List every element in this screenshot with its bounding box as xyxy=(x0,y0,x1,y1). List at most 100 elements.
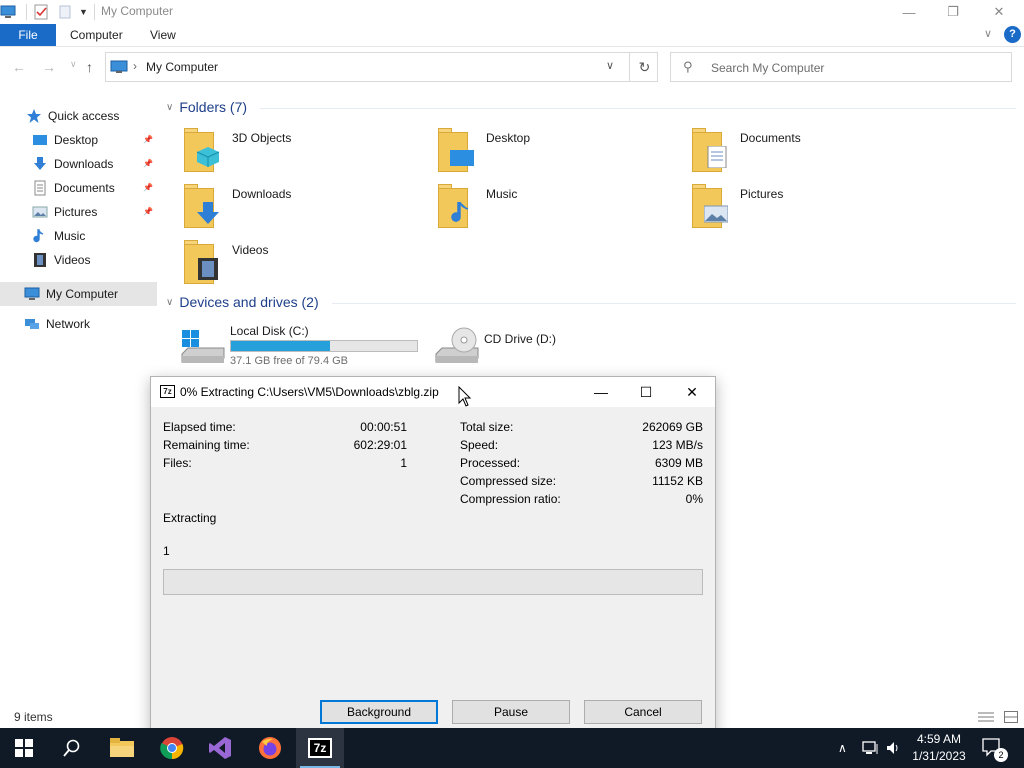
folder-item-documents[interactable]: Documents xyxy=(684,128,934,178)
start-button[interactable] xyxy=(0,728,48,768)
address-dropdown-icon[interactable]: ∨ xyxy=(606,59,614,72)
address-text[interactable]: My Computer xyxy=(146,60,218,74)
drive-item-local-disk[interactable]: Local Disk (C:) 37.1 GB free of 79.4 GB xyxy=(180,322,440,372)
tab-computer[interactable]: Computer xyxy=(70,24,123,46)
taskbar-7zip[interactable]: 7z xyxy=(296,728,344,768)
folder-item-desktop[interactable]: Desktop xyxy=(430,128,680,178)
sidebar-item-quick-access[interactable]: Quick access xyxy=(0,104,157,128)
sidebar-item-my-computer[interactable]: My Computer xyxy=(0,282,157,306)
dialog-title: 0% Extracting C:\Users\VM5\Downloads\zbl… xyxy=(180,385,439,399)
dialog-minimize-button[interactable]: — xyxy=(578,377,624,407)
drive-name: CD Drive (D:) xyxy=(484,332,556,346)
sidebar-item-label: My Computer xyxy=(46,287,119,301)
visual-studio-icon xyxy=(209,737,231,759)
folder-item-downloads[interactable]: Downloads xyxy=(176,184,426,234)
folder-name: 3D Objects xyxy=(232,131,292,145)
pin-icon[interactable]: 📌 xyxy=(143,135,153,144)
compression-ratio-label: Compression ratio: xyxy=(460,492,561,506)
recent-locations-dropdown[interactable]: ∨ xyxy=(70,59,77,70)
pin-icon[interactable]: 📌 xyxy=(143,183,153,192)
quick-access-toolbar: ▼ xyxy=(0,3,101,21)
refresh-button[interactable]: ↻ xyxy=(629,53,659,81)
taskbar: 7z ∧ 4:59 AM 1/31/2023 2 xyxy=(0,728,1024,768)
sidebar-item-desktop[interactable]: Desktop 📌 xyxy=(0,128,157,152)
drives-group-header[interactable]: ∨ Devices and drives (2) xyxy=(166,292,319,312)
pin-icon[interactable]: 📌 xyxy=(143,159,153,168)
search-button[interactable] xyxy=(48,728,96,768)
cancel-button[interactable]: Cancel xyxy=(584,700,702,724)
drive-item-cd-drive[interactable]: CD Drive (D:) xyxy=(434,322,694,372)
folder-name: Documents xyxy=(740,131,801,145)
taskbar-chrome[interactable] xyxy=(148,728,196,768)
search-placeholder[interactable]: Search My Computer xyxy=(711,61,824,75)
elapsed-time-label: Elapsed time: xyxy=(163,420,236,434)
sidebar-item-documents[interactable]: Documents 📌 xyxy=(0,176,157,200)
local-disk-icon xyxy=(180,326,226,366)
properties-icon[interactable] xyxy=(33,4,49,20)
folders-group-header[interactable]: ∨ Folders (7) xyxy=(166,97,247,117)
remaining-time-label: Remaining time: xyxy=(163,438,250,452)
search-icon: ⚲ xyxy=(683,59,693,74)
dialog-titlebar[interactable]: 7z 0% Extracting C:\Users\VM5\Downloads\… xyxy=(151,377,715,407)
folder-name: Desktop xyxy=(486,131,531,145)
dialog-maximize-button[interactable]: ☐ xyxy=(623,377,669,407)
back-button[interactable]: ← xyxy=(12,59,26,75)
help-icon[interactable]: ? xyxy=(1004,26,1021,43)
system-clock[interactable]: 4:59 AM 1/31/2023 xyxy=(906,731,972,765)
up-button[interactable]: ↑ xyxy=(86,59,93,75)
customize-toolbar-dropdown[interactable]: ▼ xyxy=(79,7,88,17)
sidebar-item-music[interactable]: Music xyxy=(0,224,157,248)
folder-item-pictures[interactable]: Pictures xyxy=(684,184,934,234)
details-view-icon[interactable] xyxy=(978,711,994,723)
chevron-down-icon[interactable]: ∨ xyxy=(166,102,173,113)
group-divider xyxy=(332,303,1016,304)
window-titlebar: ▼ My Computer — ❐ ✕ xyxy=(0,0,1024,24)
tab-view[interactable]: View xyxy=(150,24,176,46)
computer-icon xyxy=(24,286,40,302)
large-icons-view-icon[interactable] xyxy=(1004,711,1018,723)
sidebar-item-network[interactable]: Network xyxy=(0,312,157,336)
folder-item-music[interactable]: Music xyxy=(430,184,680,234)
show-hidden-icons-button[interactable]: ∧ xyxy=(838,728,847,768)
address-separator[interactable]: › xyxy=(133,59,137,73)
dialog-close-button[interactable]: ✕ xyxy=(669,377,715,407)
taskbar-visual-studio[interactable] xyxy=(196,728,244,768)
taskbar-firefox[interactable] xyxy=(246,728,294,768)
chevron-down-icon[interactable]: ∨ xyxy=(166,297,173,308)
desktop-icon xyxy=(32,132,48,148)
sidebar-item-label: Downloads xyxy=(54,157,114,171)
close-button[interactable]: ✕ xyxy=(976,0,1022,24)
computer-icon xyxy=(110,60,128,74)
taskbar-file-explorer[interactable] xyxy=(98,728,146,768)
minimize-button[interactable]: — xyxy=(886,0,932,24)
maximize-button[interactable]: ❐ xyxy=(930,0,976,24)
firefox-icon xyxy=(259,737,281,759)
pause-button[interactable]: Pause xyxy=(452,700,570,724)
pin-icon[interactable]: 📌 xyxy=(143,207,153,216)
processed-value: 6309 MB xyxy=(654,456,703,470)
forward-button[interactable]: → xyxy=(42,59,56,75)
folder-name: Pictures xyxy=(740,187,784,201)
navigation-pane: Quick access Desktop 📌 Downloads 📌 Docum… xyxy=(0,100,157,700)
sidebar-item-pictures[interactable]: Pictures 📌 xyxy=(0,200,157,224)
sidebar-item-downloads[interactable]: Downloads 📌 xyxy=(0,152,157,176)
folder-item-videos[interactable]: Videos xyxy=(176,240,426,290)
computer-icon[interactable] xyxy=(0,4,16,20)
expand-ribbon-icon[interactable]: ∨ xyxy=(984,27,992,40)
action-center-button[interactable]: 2 xyxy=(982,728,1008,768)
new-folder-icon[interactable] xyxy=(57,4,73,20)
background-button[interactable]: Background xyxy=(320,700,438,724)
speed-value: 123 MB/s xyxy=(652,438,703,452)
total-size-value: 262069 GB xyxy=(642,420,703,434)
network-status-icon[interactable] xyxy=(862,728,880,768)
folder-item-3d-objects[interactable]: 3D Objects xyxy=(176,128,426,178)
address-bar[interactable]: › My Computer ∨ ↻ xyxy=(105,52,658,82)
sidebar-item-videos[interactable]: Videos xyxy=(0,248,157,272)
folder-name: Downloads xyxy=(232,187,292,201)
7zip-icon: 7z xyxy=(160,385,175,398)
files-value: 1 xyxy=(400,456,407,470)
volume-icon[interactable] xyxy=(885,728,901,768)
search-box[interactable]: ⚲ Search My Computer xyxy=(670,52,1012,82)
tab-file[interactable]: File xyxy=(0,24,56,46)
extract-progress-dialog: 7z 0% Extracting C:\Users\VM5\Downloads\… xyxy=(150,376,716,736)
